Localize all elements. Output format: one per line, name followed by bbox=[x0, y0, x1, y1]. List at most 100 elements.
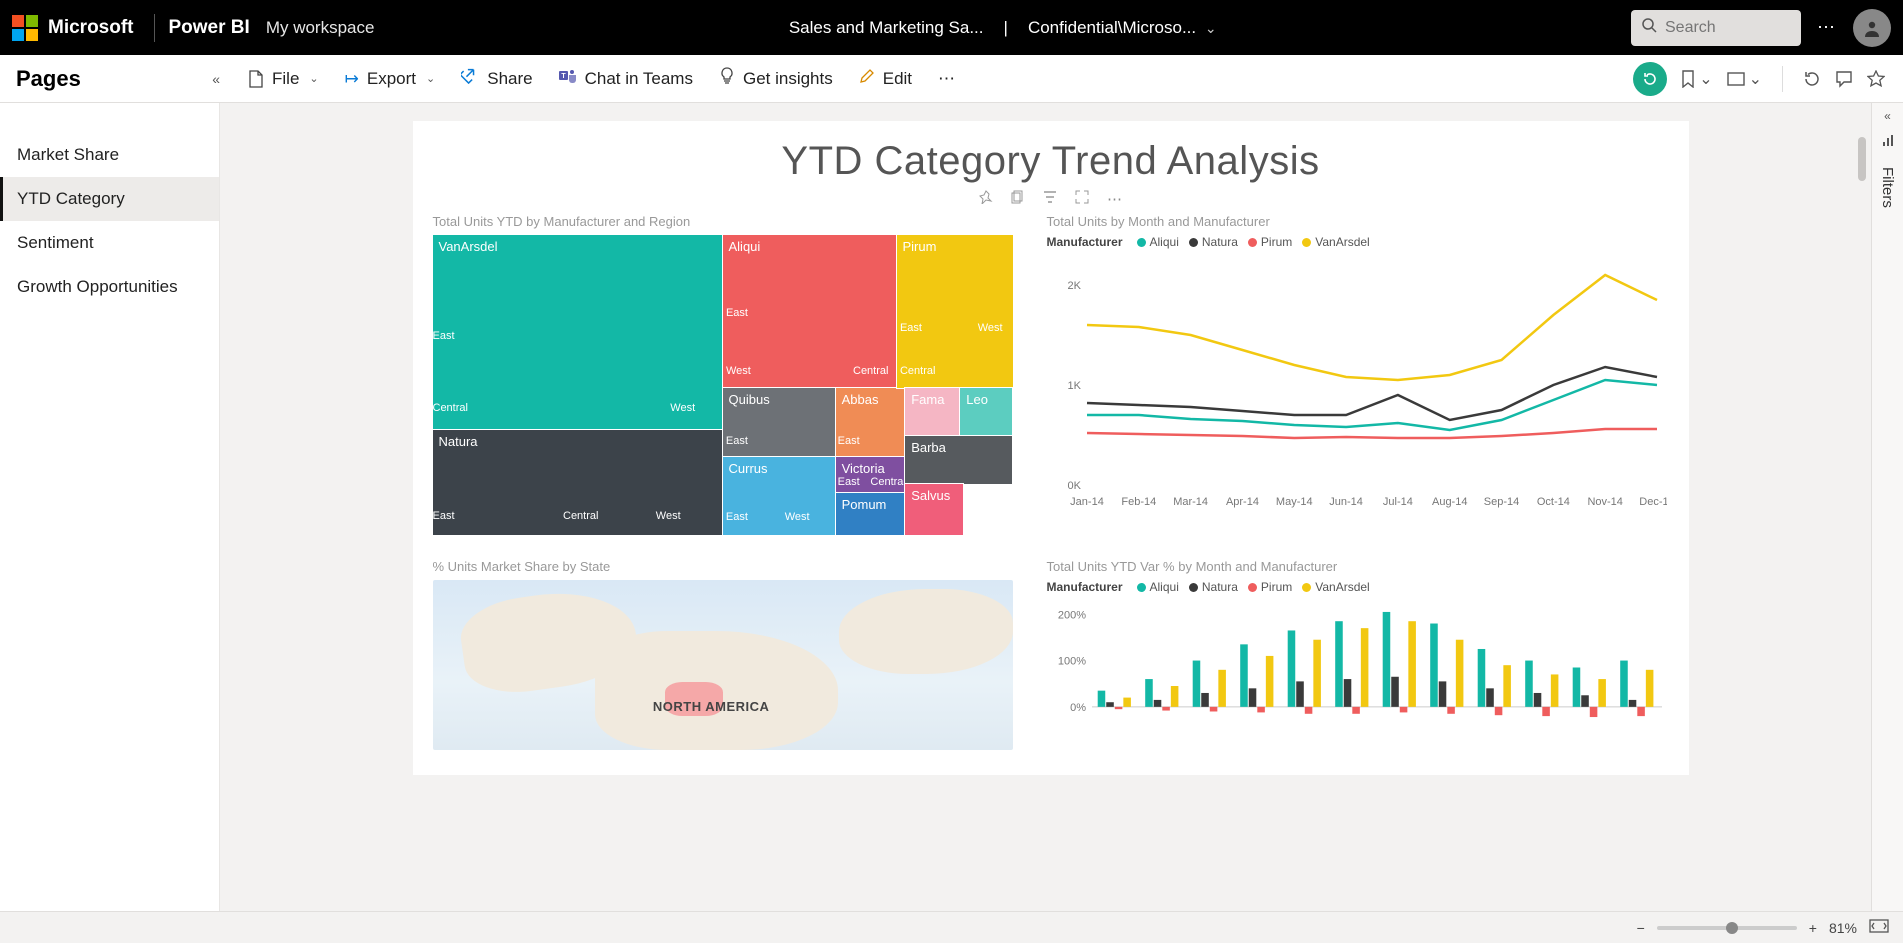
chevron-down-icon: ⌄ bbox=[1749, 69, 1762, 89]
edit-button[interactable]: Edit bbox=[851, 62, 920, 95]
treemap-cell[interactable]: Salvus bbox=[905, 484, 963, 535]
page-tab-ytd-category[interactable]: YTD Category bbox=[0, 177, 219, 221]
toolbar-more-button[interactable]: ⋯ bbox=[930, 63, 963, 95]
report-name[interactable]: Sales and Marketing Sa... bbox=[789, 18, 984, 38]
microsoft-logo-icon bbox=[12, 15, 38, 41]
file-menu-button[interactable]: File⌄ bbox=[240, 63, 327, 95]
treemap-visual[interactable]: Total Units YTD by Manufacturer and Regi… bbox=[433, 214, 1023, 535]
chevron-down-icon[interactable]: ⌄ bbox=[1205, 20, 1217, 36]
comment-button[interactable] bbox=[1835, 70, 1853, 88]
report-canvas[interactable]: YTD Category Trend Analysis ⋯ Total Unit… bbox=[220, 103, 1871, 911]
treemap-cell[interactable]: QuibusEast bbox=[723, 388, 836, 457]
app-header: Microsoft Power BI My workspace Sales an… bbox=[0, 0, 1903, 55]
svg-text:200%: 200% bbox=[1057, 609, 1085, 621]
export-icon: ↦ bbox=[345, 69, 359, 89]
legend-item[interactable]: Pirum bbox=[1248, 235, 1292, 249]
view-dropdown-button[interactable]: ⌄ bbox=[1727, 69, 1762, 89]
get-insights-button[interactable]: Get insights bbox=[711, 61, 841, 96]
pages-collapse-button[interactable]: « bbox=[212, 71, 220, 87]
focus-mode-icon[interactable] bbox=[1075, 190, 1089, 208]
svg-text:Nov-14: Nov-14 bbox=[1587, 496, 1622, 508]
divider bbox=[1782, 66, 1783, 92]
treemap-cell[interactable]: Fama bbox=[905, 388, 960, 436]
reset-icon bbox=[1641, 70, 1659, 88]
reset-button[interactable] bbox=[1633, 62, 1667, 96]
legend-label: Manufacturer bbox=[1047, 235, 1123, 249]
search-input-wrap[interactable] bbox=[1631, 10, 1801, 46]
share-icon bbox=[461, 68, 479, 89]
treemap-cell[interactable]: PirumEastWestCentral bbox=[897, 235, 1013, 388]
line-chart-visual[interactable]: Total Units by Month and Manufacturer Ma… bbox=[1047, 214, 1687, 535]
divider bbox=[154, 14, 155, 42]
bar-chart-svg: 0%100%200% bbox=[1047, 600, 1667, 750]
svg-text:T: T bbox=[561, 73, 566, 80]
legend-item[interactable]: Pirum bbox=[1248, 580, 1292, 594]
pin-icon[interactable] bbox=[979, 190, 993, 208]
svg-text:Dec-14: Dec-14 bbox=[1639, 496, 1667, 508]
svg-text:Sep-14: Sep-14 bbox=[1483, 496, 1518, 508]
svg-text:2K: 2K bbox=[1067, 280, 1081, 292]
share-button[interactable]: Share bbox=[453, 62, 540, 95]
account-avatar-button[interactable] bbox=[1853, 9, 1891, 47]
zoom-in-button[interactable]: + bbox=[1809, 920, 1817, 936]
treemap-cell[interactable]: VanArsdelEastCentralWest bbox=[433, 235, 723, 430]
chat-in-teams-button[interactable]: T Chat in Teams bbox=[551, 62, 701, 95]
treemap-cell[interactable]: Pomum bbox=[836, 493, 906, 535]
treemap-cell[interactable]: CurrusEastWest bbox=[723, 457, 836, 535]
pencil-icon bbox=[859, 68, 875, 89]
page-tab-sentiment[interactable]: Sentiment bbox=[0, 221, 219, 265]
page-tab-growth-opportunities[interactable]: Growth Opportunities bbox=[0, 265, 219, 309]
filters-pane-collapsed[interactable]: « Filters bbox=[1871, 103, 1903, 911]
svg-text:0%: 0% bbox=[1070, 702, 1086, 714]
report-scrollbar[interactable] bbox=[1855, 121, 1869, 899]
treemap-cell[interactable]: VictoriaEastCentral bbox=[836, 457, 906, 493]
line-chart-title: Total Units by Month and Manufacturer bbox=[1047, 214, 1687, 229]
map-title: % Units Market Share by State bbox=[433, 559, 1023, 574]
treemap-cell[interactable]: AbbasEast bbox=[836, 388, 906, 457]
treemap-cell[interactable]: Leo bbox=[960, 388, 1012, 436]
copy-icon[interactable] bbox=[1011, 190, 1025, 208]
legend-item[interactable]: Aliqui bbox=[1137, 580, 1179, 594]
workspace-breadcrumb[interactable]: My workspace bbox=[266, 18, 375, 38]
bookmark-dropdown-button[interactable]: ⌄ bbox=[1681, 69, 1712, 89]
svg-text:Mar-14: Mar-14 bbox=[1173, 496, 1208, 508]
zoom-slider[interactable] bbox=[1657, 926, 1797, 930]
refresh-icon bbox=[1803, 70, 1821, 88]
legend-item[interactable]: VanArsdel bbox=[1302, 235, 1369, 249]
fit-to-page-button[interactable] bbox=[1869, 919, 1889, 936]
product-label[interactable]: Power BI bbox=[169, 17, 250, 39]
expand-filters-icon[interactable]: « bbox=[1884, 109, 1891, 123]
more-icon[interactable]: ⋯ bbox=[1107, 190, 1122, 208]
legend-item[interactable]: VanArsdel bbox=[1302, 580, 1369, 594]
divider: | bbox=[1004, 18, 1008, 38]
page-tab-market-share[interactable]: Market Share bbox=[0, 133, 219, 177]
pages-sidebar: Market Share YTD Category Sentiment Grow… bbox=[0, 103, 220, 911]
more-options-button[interactable]: ⋯ bbox=[1817, 17, 1837, 38]
svg-text:Feb-14: Feb-14 bbox=[1121, 496, 1156, 508]
svg-text:Apr-14: Apr-14 bbox=[1225, 496, 1258, 508]
chevron-down-icon: ⌄ bbox=[309, 72, 318, 85]
bar-chart-visual[interactable]: Total Units YTD Var % by Month and Manuf… bbox=[1047, 559, 1687, 755]
star-icon bbox=[1867, 70, 1885, 88]
comment-icon bbox=[1835, 70, 1853, 88]
search-input[interactable] bbox=[1665, 19, 1791, 37]
export-menu-button[interactable]: ↦ Export⌄ bbox=[337, 63, 444, 95]
view-icon bbox=[1727, 72, 1745, 86]
favorite-button[interactable] bbox=[1867, 70, 1885, 88]
report-title: YTD Category Trend Analysis bbox=[413, 139, 1689, 184]
legend-item[interactable]: Aliqui bbox=[1137, 235, 1179, 249]
refresh-button[interactable] bbox=[1803, 70, 1821, 88]
sensitivity-label[interactable]: Confidential\Microso... ⌄ bbox=[1028, 18, 1217, 38]
zoom-out-button[interactable]: − bbox=[1637, 920, 1645, 936]
treemap-cell[interactable]: Barba bbox=[905, 436, 1012, 484]
treemap-cell[interactable]: AliquiEastWestCentral bbox=[723, 235, 897, 388]
legend-item[interactable]: Natura bbox=[1189, 580, 1238, 594]
filter-icon[interactable] bbox=[1043, 190, 1057, 208]
map-visual[interactable]: % Units Market Share by State NORTH AMER… bbox=[433, 559, 1023, 755]
treemap-cell[interactable]: NaturaEastCentralWest bbox=[433, 430, 723, 535]
legend-label: Manufacturer bbox=[1047, 580, 1123, 594]
svg-text:Oct-14: Oct-14 bbox=[1536, 496, 1569, 508]
treemap-title: Total Units YTD by Manufacturer and Regi… bbox=[433, 214, 1023, 229]
legend-item[interactable]: Natura bbox=[1189, 235, 1238, 249]
microsoft-label: Microsoft bbox=[48, 17, 134, 39]
